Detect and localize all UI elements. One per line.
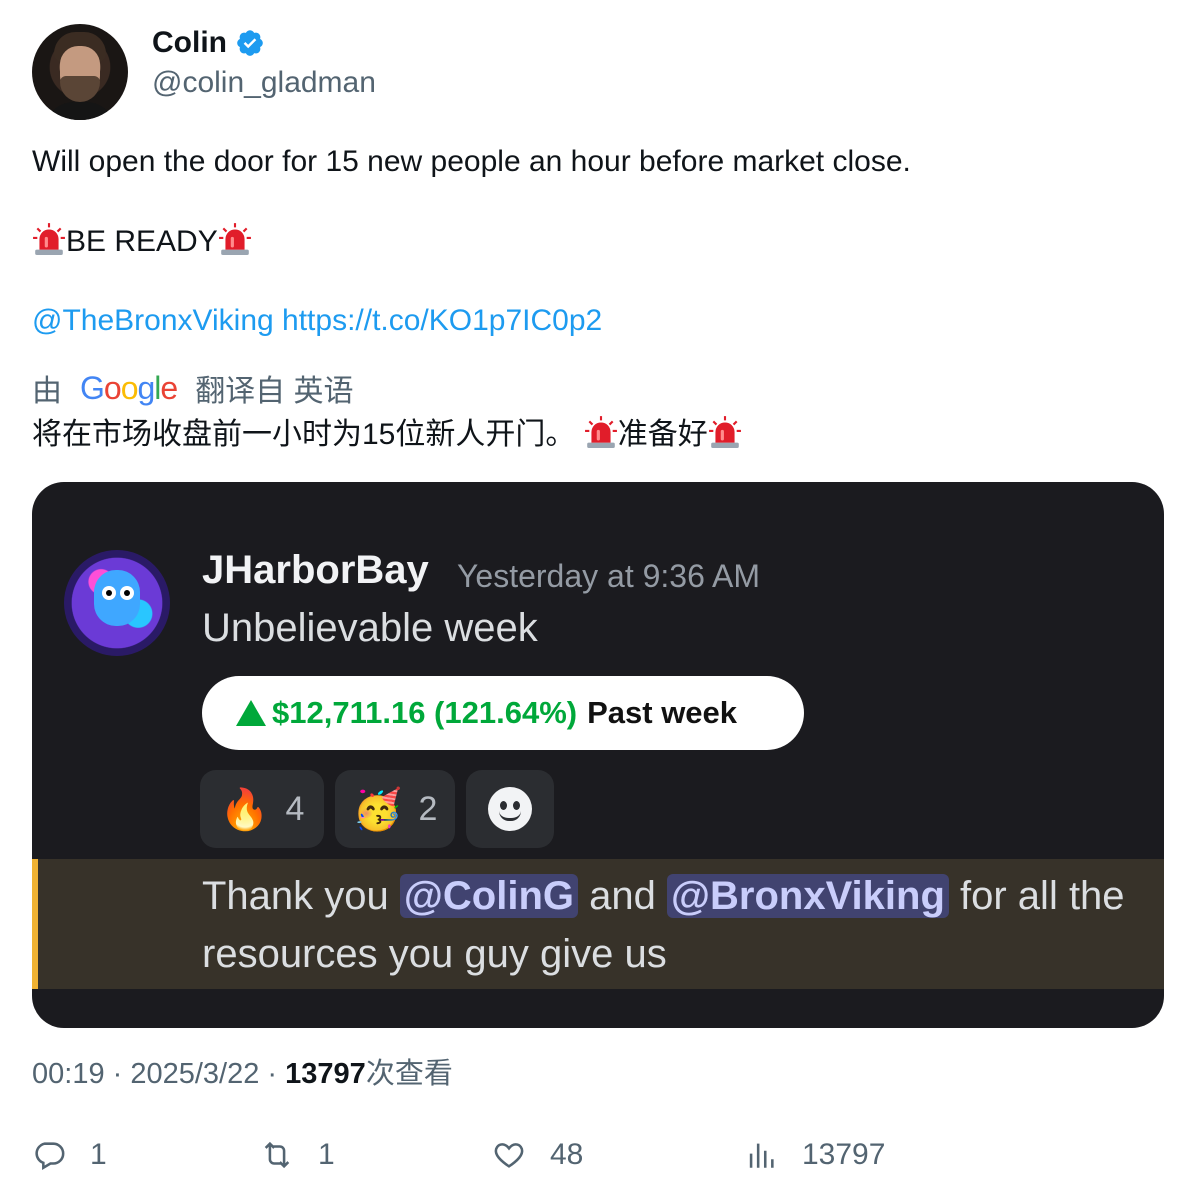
fire-emoji-icon: 🔥 xyxy=(219,787,270,832)
reply-text-part: Thank you xyxy=(202,874,389,918)
be-ready-text: BE READY xyxy=(66,225,218,258)
views-count: 13797 xyxy=(802,1138,886,1171)
url-link[interactable]: https://t.co/KO1p7IC0p2 xyxy=(282,304,602,337)
translation-attribution[interactable]: 由 Google 翻译自 英语 xyxy=(32,366,354,410)
mention-link[interactable]: @TheBronxViking xyxy=(32,304,274,337)
gain-value: $12,711.16 (121.64%) xyxy=(272,695,578,730)
action-bar: 1 1 48 13797 xyxy=(32,1138,932,1178)
repost-button[interactable]: 1 xyxy=(260,1138,335,1172)
embedded-screenshot[interactable]: JHarborBay Yesterday at 9:36 AM Unbeliev… xyxy=(32,482,1164,1028)
reaction-party: 🥳 2 xyxy=(335,770,455,848)
gain-pill: $12,711.16 (121.64%) Past week xyxy=(202,676,804,750)
discord-user-avatar xyxy=(64,550,170,656)
party-face-emoji-icon: 🥳 xyxy=(352,787,403,832)
highlighted-reply: Thank you @ColinG and @BronxViking for a… xyxy=(32,859,1164,989)
author-avatar[interactable] xyxy=(32,24,128,120)
author-handle[interactable]: @colin_gladman xyxy=(152,66,376,100)
discord-timestamp: Yesterday at 9:36 AM xyxy=(457,558,761,594)
tweet-body: Will open the door for 15 new people an … xyxy=(32,142,1162,262)
add-reaction-button xyxy=(466,770,554,848)
siren-icon xyxy=(708,416,742,451)
mention-coling: @ColinG xyxy=(399,874,579,918)
heart-icon xyxy=(494,1143,524,1168)
translation-suffix: 翻译自 英语 xyxy=(195,375,354,408)
reaction-fire: 🔥 4 xyxy=(200,770,324,848)
tweet-time[interactable]: 00:19 xyxy=(32,1058,105,1090)
reply-text-part: and xyxy=(589,874,656,918)
views-button[interactable]: 13797 xyxy=(744,1138,885,1172)
view-count: 13797 xyxy=(285,1058,366,1090)
tweet-date[interactable]: 2025/3/22 xyxy=(130,1058,259,1090)
repost-icon xyxy=(264,1141,290,1169)
smiley-icon xyxy=(488,787,532,831)
translated-text-part2: 准备好 xyxy=(617,418,708,451)
like-count: 48 xyxy=(550,1138,584,1171)
tweet-meta: 00:19 · 2025/3/22 · 13797次查看 xyxy=(32,1058,453,1090)
author-names: Colin @colin_gladman xyxy=(152,26,376,100)
google-logo: Google xyxy=(80,369,178,406)
verified-badge-icon xyxy=(237,30,263,56)
reaction-count: 2 xyxy=(418,789,438,828)
reaction-count: 4 xyxy=(285,789,305,828)
reply-text: Thank you @ColinG and @BronxViking for a… xyxy=(202,867,1132,983)
reply-count: 1 xyxy=(90,1138,107,1171)
author-display-name[interactable]: Colin xyxy=(152,26,227,60)
siren-icon xyxy=(218,223,252,258)
gain-period: Past week xyxy=(587,695,738,730)
analytics-icon xyxy=(749,1143,774,1168)
siren-icon xyxy=(32,223,66,258)
tweet-header: Colin @colin_gladman xyxy=(32,24,376,120)
up-arrow-icon xyxy=(236,700,266,726)
like-button[interactable]: 48 xyxy=(492,1138,583,1172)
translated-text: 将在市场收盘前一小时为15位新人开门。 准备好 xyxy=(32,415,742,455)
translated-text-part1: 将在市场收盘前一小时为15位新人开门。 xyxy=(32,418,576,451)
mention-bronxviking: @BronxViking xyxy=(667,874,949,918)
tweet-links: @TheBronxViking https://t.co/KO1p7IC0p2 xyxy=(32,301,602,341)
siren-icon xyxy=(584,416,618,451)
discord-username: JHarborBay xyxy=(202,548,429,592)
view-suffix: 次查看 xyxy=(365,1058,453,1090)
discord-message: Unbelievable week xyxy=(202,606,538,650)
tweet-text-line: Will open the door for 15 new people an … xyxy=(32,145,911,178)
translation-prefix: 由 xyxy=(32,375,62,408)
reply-button[interactable]: 1 xyxy=(32,1138,107,1172)
reply-icon xyxy=(35,1142,65,1171)
repost-count: 1 xyxy=(318,1138,335,1171)
